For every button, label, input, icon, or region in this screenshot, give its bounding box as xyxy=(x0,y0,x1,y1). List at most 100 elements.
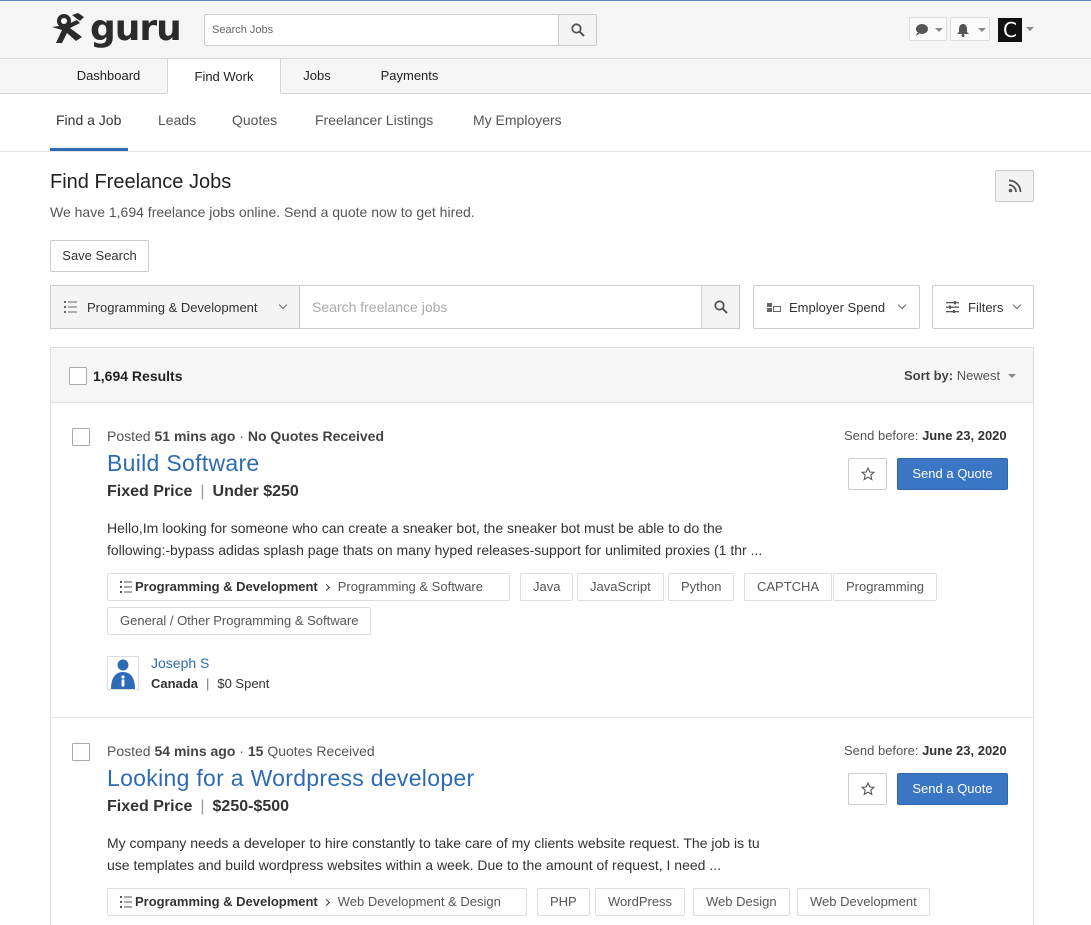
save-search-button[interactable]: Save Search xyxy=(50,240,149,272)
meta-separator: · xyxy=(239,743,244,759)
tab-find-work[interactable]: Find Work xyxy=(167,58,281,94)
notifications-dropdown[interactable] xyxy=(950,17,990,41)
list-icon xyxy=(64,301,77,313)
send-quote-button[interactable]: Send a Quote xyxy=(897,773,1008,805)
guru-mascot-icon xyxy=(52,13,84,43)
price-range: $250-$500 xyxy=(212,798,290,815)
tab-jobs[interactable]: Jobs xyxy=(281,59,353,94)
subtab-quotes[interactable]: Quotes xyxy=(232,112,277,128)
send-before: Send before: June 23, 2020 xyxy=(844,743,1007,758)
description-line: following:-bypass adidas splash page tha… xyxy=(107,542,763,558)
results-count: 1,694 Results xyxy=(93,368,183,384)
rss-icon xyxy=(1008,179,1022,193)
send-before-label: Send before: xyxy=(844,743,919,758)
send-before-date: June 23, 2020 xyxy=(922,428,1007,443)
top-bar: guru Search Jobs C xyxy=(0,0,1091,58)
posted-time: 51 mins ago xyxy=(154,428,236,444)
skill-tag[interactable]: Web Development xyxy=(797,888,930,916)
posted-prefix: Posted xyxy=(107,743,151,759)
category-select[interactable]: Programming & Development xyxy=(50,285,300,329)
subtab-find-a-job[interactable]: Find a Job xyxy=(56,112,121,128)
send-before-date: June 23, 2020 xyxy=(922,743,1007,758)
job-search-input[interactable]: Search freelance jobs xyxy=(299,285,702,329)
skill-tag[interactable]: Programming xyxy=(833,573,938,601)
save-job-button[interactable] xyxy=(848,458,887,490)
save-job-button[interactable] xyxy=(848,773,887,805)
category-select-label: Programming & Development xyxy=(87,300,258,315)
category-tag[interactable]: Programming & Development Web Development… xyxy=(107,888,527,916)
list-icon xyxy=(120,581,132,593)
job-checkbox[interactable] xyxy=(72,743,90,761)
send-quote-button[interactable]: Send a Quote xyxy=(897,458,1008,490)
employer-avatar xyxy=(107,656,139,690)
send-before: Send before: June 23, 2020 xyxy=(844,428,1007,443)
posted-prefix: Posted xyxy=(107,428,151,444)
quotes-status: Quotes Received xyxy=(267,743,375,759)
employer-separator: | xyxy=(205,676,210,691)
job-title-link[interactable]: Looking for a Wordpress developer xyxy=(107,765,474,792)
list-icon xyxy=(120,896,132,908)
employer-avatar-icon xyxy=(111,659,135,689)
skill-tag[interactable]: Python xyxy=(668,573,735,601)
description-line: Hello,Im looking for someone who can cre… xyxy=(107,520,723,536)
sort-dropdown[interactable]: Sort by: Newest xyxy=(904,368,1000,383)
money-icon xyxy=(767,303,781,312)
active-subtab-indicator xyxy=(50,148,128,151)
user-menu-caret-icon[interactable] xyxy=(1026,27,1034,31)
messages-dropdown[interactable] xyxy=(909,17,947,41)
job-card: Posted 51 mins ago · No Quotes Received … xyxy=(51,403,1033,718)
send-before-label: Send before: xyxy=(844,428,919,443)
user-avatar[interactable]: C xyxy=(998,18,1022,42)
chevron-down-icon xyxy=(1012,300,1022,310)
caret-down-icon xyxy=(1008,374,1016,378)
guru-logo[interactable]: guru xyxy=(50,8,182,49)
employer-spend-dropdown[interactable]: Employer Spend xyxy=(753,285,920,329)
price-type: Fixed Price xyxy=(107,483,193,500)
skill-tag[interactable]: Web Design xyxy=(693,888,790,916)
tab-payments[interactable]: Payments xyxy=(353,59,466,94)
caret-down-icon xyxy=(935,28,943,32)
skill-tag[interactable]: PHP xyxy=(537,888,590,916)
employer-spent: $0 Spent xyxy=(217,676,270,691)
chevron-down-icon xyxy=(278,300,288,310)
job-title-link[interactable]: Build Software xyxy=(107,450,260,477)
job-meta: Posted 51 mins ago · No Quotes Received xyxy=(107,428,384,444)
subtab-my-employers[interactable]: My Employers xyxy=(473,112,562,128)
description-line: use templates and build wordpress websit… xyxy=(107,857,722,873)
skill-tag[interactable]: General / Other Programming & Software xyxy=(107,607,372,635)
sort-value: Newest xyxy=(956,368,1001,383)
tab-dashboard[interactable]: Dashboard xyxy=(50,59,167,94)
employer-spend-label: Employer Spend xyxy=(789,300,886,315)
skill-tag[interactable]: Java xyxy=(520,573,574,601)
bell-icon xyxy=(957,24,969,37)
tag-category: Programming & Development xyxy=(135,894,318,909)
search-icon xyxy=(714,300,728,314)
job-checkbox[interactable] xyxy=(72,428,90,446)
category-tag[interactable]: Programming & Development Programming & S… xyxy=(107,573,510,601)
subtab-freelancer-listings[interactable]: Freelancer Listings xyxy=(315,112,433,128)
chevron-down-icon xyxy=(897,300,907,310)
subtab-leads[interactable]: Leads xyxy=(158,112,196,128)
price-separator: | xyxy=(200,483,205,500)
top-search-button[interactable] xyxy=(558,14,597,46)
skill-tag[interactable]: JavaScript xyxy=(577,573,664,601)
price-type: Fixed Price xyxy=(107,798,193,815)
employer-country: Canada xyxy=(151,676,198,691)
employer-meta: Canada | $0 Spent xyxy=(151,676,269,691)
skill-tag[interactable]: CAPTCHA xyxy=(744,573,833,601)
quotes-status: No Quotes Received xyxy=(247,428,385,444)
select-all-checkbox[interactable] xyxy=(69,367,87,385)
filters-dropdown[interactable]: Filters xyxy=(932,285,1034,329)
logo-text: guru xyxy=(90,8,182,49)
job-card: Posted 54 mins ago · 15 Quotes Received … xyxy=(51,718,1033,925)
skill-tag[interactable]: WordPress xyxy=(595,888,686,916)
job-description: Hello,Im looking for someone who can cre… xyxy=(107,517,807,561)
chevron-right-icon xyxy=(322,583,330,592)
posted-time: 54 mins ago xyxy=(154,743,236,759)
job-search-button[interactable] xyxy=(701,285,740,329)
chat-icon xyxy=(916,24,928,36)
employer-name-link[interactable]: Joseph S xyxy=(151,655,209,671)
rss-button[interactable] xyxy=(995,170,1034,202)
job-meta: Posted 54 mins ago · 15 Quotes Received xyxy=(107,743,375,759)
top-search-input[interactable]: Search Jobs xyxy=(204,14,559,46)
